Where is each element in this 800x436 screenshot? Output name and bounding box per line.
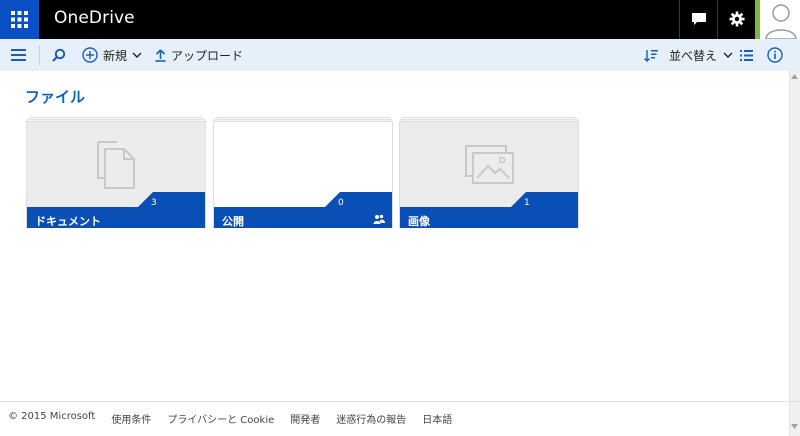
info-icon bbox=[767, 47, 783, 63]
footer-link-report-abuse[interactable]: 迷惑行為の報告 bbox=[336, 411, 406, 426]
pictures-icon bbox=[465, 145, 514, 184]
presence-indicator bbox=[755, 0, 760, 39]
footer-link-developers[interactable]: 開発者 bbox=[290, 411, 320, 426]
avatar-icon bbox=[765, 4, 797, 39]
folder-band-notch bbox=[324, 192, 392, 208]
search-icon bbox=[52, 48, 66, 62]
sort-icon bbox=[644, 49, 658, 62]
chevron-down-icon bbox=[132, 52, 142, 58]
scroll-up-arrow-icon[interactable] bbox=[791, 74, 798, 79]
footer-link-language[interactable]: 日本語 bbox=[422, 411, 452, 426]
folder-item-count: 3 bbox=[151, 198, 157, 208]
shared-icon bbox=[373, 214, 385, 224]
app-launcher-button[interactable] bbox=[0, 0, 39, 39]
new-button[interactable]: 新規 bbox=[82, 39, 142, 71]
add-circle-icon bbox=[82, 47, 98, 63]
top-bar: OneDrive bbox=[0, 0, 800, 39]
footer-link-privacy[interactable]: プライバシーと Cookie bbox=[167, 411, 274, 426]
folder-band-notch bbox=[137, 192, 205, 208]
settings-button[interactable] bbox=[717, 0, 755, 39]
upload-button[interactable]: アップロード bbox=[155, 39, 243, 71]
page-title: ファイル bbox=[25, 88, 86, 106]
folder-tile-face: 1 画像 bbox=[399, 121, 579, 228]
upload-button-label: アップロード bbox=[171, 48, 244, 63]
documents-icon bbox=[97, 141, 135, 189]
navigation-toggle-button[interactable] bbox=[11, 39, 26, 71]
view-toggle-button[interactable] bbox=[740, 39, 753, 71]
command-bar: 新規 アップロード 並べ替え bbox=[0, 39, 800, 71]
account-button[interactable] bbox=[755, 0, 800, 39]
search-button[interactable] bbox=[52, 39, 66, 71]
footer: © 2015 Microsoft 使用条件 プライバシーと Cookie 開発者… bbox=[8, 411, 468, 426]
upload-icon bbox=[155, 48, 166, 62]
folder-tile-public[interactable]: 0 公開 bbox=[213, 117, 393, 228]
folder-item-count: 1 bbox=[524, 198, 530, 208]
sort-button[interactable]: 並べ替え bbox=[644, 39, 733, 71]
folder-tile-face: 0 公開 bbox=[213, 121, 393, 228]
app-launcher-icon bbox=[11, 11, 28, 28]
chevron-down-icon bbox=[723, 52, 733, 58]
footer-divider bbox=[0, 401, 800, 402]
folder-tile-pictures[interactable]: 1 画像 bbox=[399, 117, 579, 228]
command-bar-divider bbox=[39, 45, 40, 65]
folder-name: 画像 bbox=[408, 215, 430, 228]
folder-band-notch bbox=[510, 192, 578, 208]
footer-link-terms[interactable]: 使用条件 bbox=[111, 411, 151, 426]
sort-button-label: 並べ替え bbox=[669, 48, 718, 63]
scroll-down-arrow-icon[interactable] bbox=[791, 424, 798, 429]
app-title[interactable]: OneDrive bbox=[54, 8, 135, 28]
folder-name: ドキュメント bbox=[35, 215, 101, 228]
info-pane-button[interactable] bbox=[767, 39, 783, 71]
gear-icon bbox=[729, 11, 745, 27]
new-button-label: 新規 bbox=[103, 48, 128, 63]
feedback-icon bbox=[692, 13, 706, 25]
list-view-icon bbox=[740, 49, 753, 61]
folder-name: 公開 bbox=[222, 215, 244, 228]
scrollbar[interactable] bbox=[789, 71, 800, 436]
hamburger-icon bbox=[11, 49, 26, 61]
feedback-button[interactable] bbox=[679, 0, 717, 39]
folder-tile-face: 3 ドキュメント bbox=[26, 121, 206, 228]
folder-item-count: 0 bbox=[338, 198, 344, 208]
folder-tile-documents[interactable]: 3 ドキュメント bbox=[26, 117, 206, 228]
footer-copyright: © 2015 Microsoft bbox=[8, 411, 96, 422]
